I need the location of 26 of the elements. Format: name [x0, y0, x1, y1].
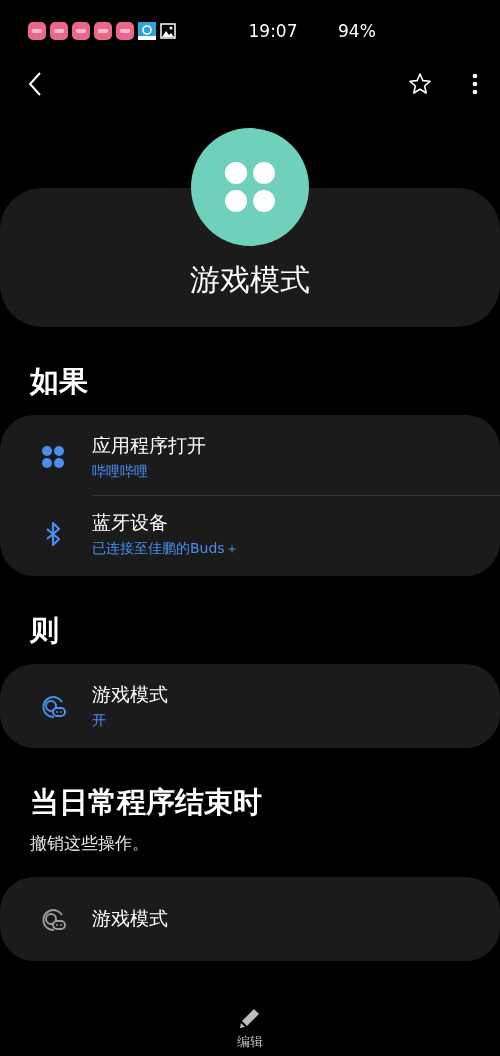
section-heading: 如果 — [30, 363, 89, 400]
app-notification-icon — [28, 22, 46, 40]
back-icon[interactable] — [28, 72, 42, 96]
app-notification-icon — [138, 22, 156, 40]
image-icon — [160, 23, 176, 39]
item-subtitle: 已连接至佳鹏的Buds＋ — [92, 540, 239, 558]
status-time: 19:07 — [247, 21, 299, 41]
routine-title: 游戏模式 — [190, 261, 310, 299]
item-subtitle: 开 — [92, 712, 107, 730]
star-icon[interactable] — [408, 72, 432, 96]
battery-level: 94% — [338, 21, 376, 41]
item-title[interactable]: 游戏模式 — [92, 906, 168, 932]
item-title[interactable]: 应用程序打开 — [92, 433, 206, 459]
app-notification-icon — [50, 22, 68, 40]
app-notification-icon — [94, 22, 112, 40]
section-note: 撤销这些操作。 — [30, 832, 150, 855]
section-heading: 则 — [30, 612, 60, 649]
edit-button[interactable]: 编辑 — [237, 1033, 263, 1051]
section-heading: 当日常程序结束时 — [30, 784, 263, 821]
item-subtitle: 哔哩哔哩 — [92, 463, 149, 481]
pencil-icon[interactable] — [239, 1007, 261, 1029]
more-options-icon[interactable] — [472, 73, 478, 95]
item-title[interactable]: 蓝牙设备 — [92, 510, 239, 536]
app-notification-icon — [72, 22, 90, 40]
item-title[interactable]: 游戏模式 — [92, 682, 168, 708]
app-notification-icon — [116, 22, 134, 40]
